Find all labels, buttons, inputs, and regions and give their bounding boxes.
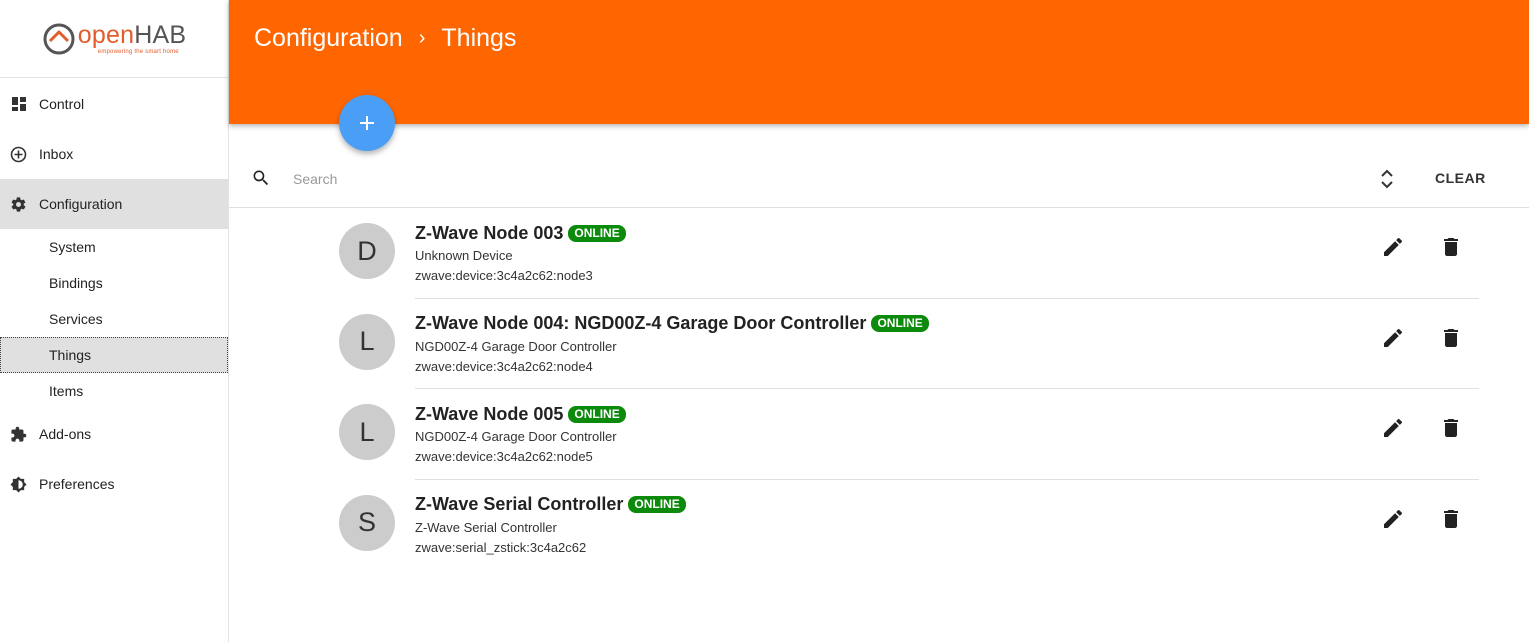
sidebar-subitem-bindings[interactable]: Bindings <box>0 265 228 301</box>
thing-type: Z-Wave Serial Controller <box>415 519 557 535</box>
sidebar-item-preferences[interactable]: Preferences <box>0 459 228 509</box>
plus-icon <box>360 116 374 130</box>
sidebar-item-label: Control <box>39 96 85 112</box>
list-item[interactable]: D Z-Wave Node 003 ONLINE Unknown Device z… <box>339 208 1479 299</box>
logo-name-suffix: HAB <box>134 20 187 49</box>
puzzle-icon <box>10 426 27 443</box>
delete-icon[interactable] <box>1439 507 1463 536</box>
search-bar: CLEAR <box>229 150 1529 208</box>
gear-icon <box>10 196 27 213</box>
sidebar-item-inbox[interactable]: Inbox <box>0 129 228 179</box>
thing-uid: zwave:device:3c4a2c62:node4 <box>415 358 593 374</box>
brightness-icon <box>10 475 27 493</box>
logo-tagline: empowering the smart home <box>97 48 179 55</box>
things-list: D Z-Wave Node 003 ONLINE Unknown Device z… <box>339 208 1479 570</box>
openhab-logo-icon <box>43 23 75 54</box>
dashboard-icon <box>10 96 27 113</box>
edit-icon[interactable] <box>1381 416 1405 445</box>
sidebar-item-addons[interactable]: Add-ons <box>0 409 228 459</box>
breadcrumb-configuration[interactable]: Configuration <box>254 24 403 53</box>
delete-icon[interactable] <box>1439 235 1463 264</box>
edit-icon[interactable] <box>1381 326 1405 355</box>
edit-icon[interactable] <box>1381 507 1405 536</box>
sidebar-item-label: Inbox <box>39 146 74 162</box>
delete-icon[interactable] <box>1439 416 1463 445</box>
logo-name-prefix: open <box>77 20 135 49</box>
sidebar-subitem-label: Things <box>49 347 92 363</box>
sidebar-subitem-services[interactable]: Services <box>0 301 228 337</box>
sidebar-subitem-things[interactable]: Things <box>0 337 228 373</box>
thing-uid: zwave:device:3c4a2c62:node3 <box>415 268 593 283</box>
thing-uid: zwave:device:3c4a2c62:node5 <box>415 449 593 464</box>
sidebar-subitem-label: Items <box>49 383 84 399</box>
thing-type: NGD00Z-4 Garage Door Controller <box>415 338 617 354</box>
thing-type: Unknown Device <box>415 248 513 263</box>
status-badge: ONLINE <box>568 224 626 242</box>
search-icon <box>251 168 271 193</box>
status-badge: ONLINE <box>871 315 929 332</box>
avatar: S <box>339 494 395 551</box>
thing-uid: zwave:serial_zstick:3c4a2c62 <box>415 539 587 555</box>
list-item[interactable]: S Z-Wave Serial Controller ONLINE Z-Wave … <box>339 480 1479 571</box>
thing-title: Z-Wave Node 004: NGD00Z-4 Garage Door Co… <box>415 313 867 333</box>
status-badge: ONLINE <box>568 405 626 423</box>
app-header: Configuration › Things <box>229 0 1529 124</box>
sidebar-item-control[interactable]: Control <box>0 79 228 129</box>
sort-toggle-icon[interactable] <box>1378 167 1396 196</box>
sidebar-subitem-label: Bindings <box>49 275 103 291</box>
breadcrumb-separator: › <box>418 27 426 49</box>
sidebar-subitem-label: Services <box>49 311 103 327</box>
avatar: D <box>339 223 395 279</box>
list-item[interactable]: L Z-Wave Node 005 ONLINE NGD00Z-4 Garage … <box>339 389 1479 480</box>
add-thing-button[interactable] <box>339 95 395 151</box>
thing-title: Z-Wave Node 003 <box>415 222 564 243</box>
clear-button[interactable]: CLEAR <box>1435 170 1486 186</box>
sidebar-subitem-system[interactable]: System <box>0 229 228 265</box>
edit-icon[interactable] <box>1381 235 1405 264</box>
avatar: L <box>339 404 395 460</box>
logo[interactable]: openHAB empowering the smart home <box>0 0 228 78</box>
avatar: L <box>339 313 395 370</box>
sidebar-nav: Control Inbox Configuration System Bindi… <box>0 79 228 509</box>
list-item[interactable]: L Z-Wave Node 004: NGD00Z-4 Garage Door … <box>339 299 1479 389</box>
thing-type: NGD00Z-4 Garage Door Controller <box>415 429 617 444</box>
breadcrumb-things: Things <box>441 24 517 52</box>
sidebar: openHAB empowering the smart home Contro… <box>0 0 229 642</box>
sidebar-item-label: Add-ons <box>39 426 92 442</box>
status-badge: ONLINE <box>628 496 686 513</box>
delete-icon[interactable] <box>1439 326 1463 355</box>
sidebar-item-label: Preferences <box>39 476 115 492</box>
sidebar-item-label: Configuration <box>39 196 123 212</box>
sidebar-subitem-items[interactable]: Items <box>0 373 228 409</box>
thing-title: Z-Wave Node 005 <box>415 403 564 424</box>
sidebar-subitem-label: System <box>49 239 96 255</box>
breadcrumb: Configuration › Things <box>254 24 516 53</box>
search-input[interactable] <box>293 167 1293 191</box>
add-circle-icon <box>10 146 27 163</box>
sidebar-item-configuration[interactable]: Configuration <box>0 179 228 229</box>
thing-title: Z-Wave Serial Controller <box>415 494 624 514</box>
